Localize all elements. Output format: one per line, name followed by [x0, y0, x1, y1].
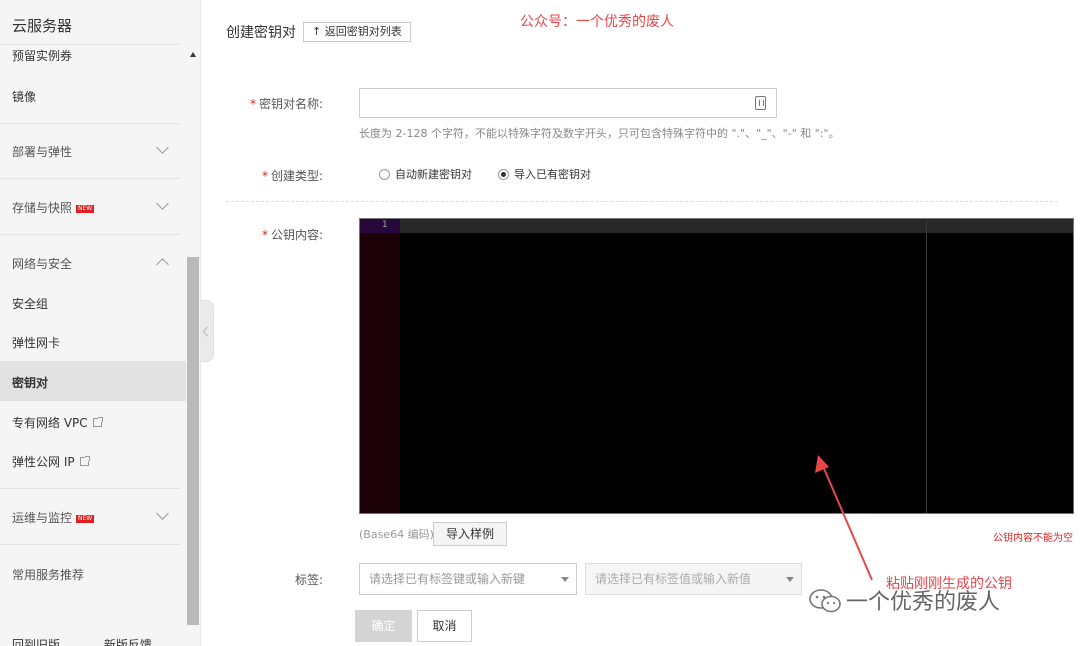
select-placeholder: 请选择已有标签键或输入新键 — [369, 572, 526, 586]
page-title: 创建密钥对 — [226, 25, 296, 41]
required-mark: * — [262, 169, 268, 183]
external-link-icon — [92, 417, 103, 427]
back-to-old-link[interactable]: 回到旧版 — [12, 638, 60, 646]
sidebar-title: 云服务器 — [12, 17, 73, 35]
back-button-label: 返回密钥对列表 — [324, 25, 402, 38]
sidebar: 云服务器 预留实例券 镜像 部署与弹性 存储与快照 NEW 网络与安全 安全组 弹… — [0, 0, 201, 646]
scroll-up-icon[interactable] — [190, 52, 196, 57]
sidebar-item-vpc[interactable]: 专有网络 VPC — [12, 414, 103, 431]
name-hint: 长度为 2-128 个字符，不能以特殊字符及数字开头，只可包含特殊字符中的 ".… — [359, 127, 840, 140]
label-text: 创建类型: — [271, 169, 324, 183]
divider — [0, 488, 180, 489]
sidebar-item-label: 专有网络 VPC — [12, 416, 88, 430]
print-margin — [926, 219, 927, 513]
sidebar-footer: 回到旧版 新版反馈 — [12, 636, 152, 646]
sidebar-section-deploy[interactable]: 部署与弹性 — [12, 143, 72, 160]
divider — [0, 44, 180, 45]
label-text: 密钥对名称: — [259, 97, 324, 111]
external-link-icon — [79, 456, 90, 466]
select-placeholder: 请选择已有标签值或输入新值 — [595, 572, 752, 586]
chevron-up-icon[interactable] — [156, 258, 169, 271]
scrollbar-thumb[interactable] — [187, 257, 199, 625]
divider — [0, 234, 180, 235]
radio-auto-create[interactable]: 自动新建密钥对 — [379, 166, 472, 182]
feedback-link[interactable]: 新版反馈 — [104, 638, 152, 646]
chevron-down-icon[interactable] — [156, 141, 169, 154]
new-badge: NEW — [76, 205, 95, 213]
keypair-name-input[interactable] — [359, 88, 777, 118]
sidebar-section-recommend[interactable]: 常用服务推荐 — [12, 566, 84, 583]
caret-down-icon — [786, 577, 794, 582]
sidebar-section-label: 运维与监控 — [12, 511, 73, 525]
active-line-gutter — [360, 219, 400, 233]
divider — [0, 178, 180, 179]
line-number: 1 — [382, 220, 388, 230]
watermark-text: 公众号：一个优秀的废人 — [520, 14, 674, 30]
editor-gutter — [360, 219, 400, 513]
type-label: * 创建类型: — [262, 167, 323, 184]
chevron-down-icon[interactable] — [156, 197, 169, 210]
radio-label: 自动新建密钥对 — [395, 168, 472, 181]
sidebar-section-network[interactable]: 网络与安全 — [12, 255, 72, 272]
divider — [226, 201, 1058, 202]
confirm-button[interactable]: 确定 — [355, 610, 412, 642]
caret-down-icon — [561, 577, 569, 582]
back-to-list-button[interactable]: ↑ 返回密钥对列表 — [303, 22, 411, 42]
tags-label: 标签: — [295, 573, 324, 587]
sidebar-section-ops[interactable]: 运维与监控 NEW — [12, 509, 95, 526]
sidebar-item-keypair[interactable]: 密钥对 — [12, 374, 48, 391]
sidebar-collapse-handle[interactable] — [200, 300, 214, 362]
pubkey-label: * 公钥内容: — [262, 226, 323, 243]
encoding-note: (Base64 编码) — [359, 528, 434, 541]
import-sample-button[interactable]: 导入样例 — [433, 522, 507, 546]
chevron-down-icon[interactable] — [156, 507, 169, 520]
watermark-bottom: 一个优秀的废人 — [808, 584, 1000, 616]
new-badge: NEW — [76, 515, 95, 523]
sidebar-section-label: 存储与快照 — [12, 201, 73, 215]
wechat-icon — [809, 589, 841, 613]
name-label: * 密钥对名称: — [250, 95, 323, 112]
sidebar-item-eip[interactable]: 弹性公网 IP — [12, 453, 90, 470]
cancel-button[interactable]: 取消 — [417, 610, 472, 642]
required-mark: * — [250, 97, 256, 111]
active-line — [360, 219, 1073, 233]
required-mark: * — [262, 228, 268, 242]
radio-icon — [379, 169, 390, 180]
sidebar-section-storage[interactable]: 存储与快照 NEW — [12, 199, 95, 216]
sidebar-item-security-group[interactable]: 安全组 — [12, 295, 48, 312]
keyboard-icon — [755, 96, 766, 110]
radio-checked-icon — [498, 169, 509, 180]
tag-value-select[interactable]: 请选择已有标签值或输入新值 — [585, 563, 802, 595]
radio-label: 导入已有密钥对 — [514, 168, 591, 181]
watermark-bottom-text: 一个优秀的废人 — [846, 590, 1001, 615]
annotation-arrow-icon — [815, 455, 873, 581]
sidebar-item-reserved-instance[interactable]: 预留实例券 — [12, 47, 72, 64]
divider — [0, 123, 180, 124]
divider — [0, 544, 180, 545]
radio-import-existing[interactable]: 导入已有密钥对 — [498, 166, 591, 182]
label-text: 公钥内容: — [271, 228, 324, 242]
tag-key-select[interactable]: 请选择已有标签键或输入新键 — [359, 563, 577, 595]
pubkey-editor[interactable]: 1 — [359, 218, 1074, 514]
sidebar-item-label: 弹性公网 IP — [12, 455, 75, 469]
error-message: 公钥内容不能为空 — [993, 533, 1073, 544]
sidebar-item-eni[interactable]: 弹性网卡 — [12, 334, 60, 351]
sidebar-item-image[interactable]: 镜像 — [12, 88, 36, 105]
